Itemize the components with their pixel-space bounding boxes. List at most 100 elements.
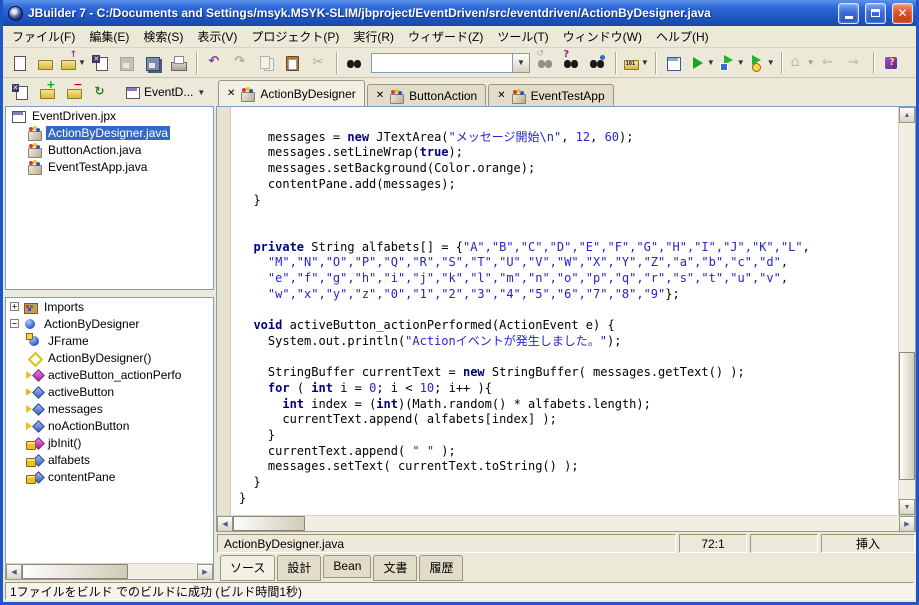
toolbar-search-button[interactable] [342,50,368,76]
scroll-right-icon[interactable]: ▶ [899,516,915,532]
toolbar-paste-button[interactable] [280,50,306,76]
project-add-file-button[interactable] [34,79,60,105]
structure-tree-item[interactable]: +Imports [6,298,213,315]
menu-wizard[interactable]: ウィザード(Z) [401,26,490,47]
chevron-down-icon[interactable]: ▼ [641,58,649,67]
toolbar-reopen-button[interactable]: ▼ [58,50,88,76]
view-tab-設計[interactable]: 設計 [277,555,321,581]
combo-dropdown-button[interactable]: ▼ [513,53,530,73]
close-tab-icon[interactable]: ✕ [497,91,505,101]
scroll-left-icon[interactable]: ◀ [217,516,233,532]
project-selector[interactable]: EventD...▼ [121,82,208,102]
scroll-thumb[interactable] [233,516,305,531]
code-segment: } [239,428,275,442]
toolbar-run-button[interactable]: ▼ [687,50,717,76]
code-segment: index = ( [304,397,376,411]
menu-view[interactable]: 表示(V) [190,26,244,47]
scroll-right-icon[interactable]: ▶ [197,564,213,580]
structure-horizontal-scrollbar[interactable]: ◀ ▶ [6,563,213,579]
chevron-down-icon[interactable]: ▼ [807,58,815,67]
code-line: private String alfabets[] = {"A","B","C"… [239,240,896,256]
close-tab-icon[interactable]: ✕ [227,89,235,99]
toolbar-close-file-button[interactable] [88,50,114,76]
title-bar[interactable]: JBuilder 7 - C:/Documents and Settings/m… [3,0,916,26]
editor-main: messages = new JTextArea("メッセージ開始\n", 12… [217,107,915,515]
project-close-project-button[interactable] [7,79,33,105]
project-tree-item[interactable]: EventDriven.jpx [6,107,213,124]
menu-file[interactable]: ファイル(F) [5,26,82,47]
menu-tools[interactable]: ツール(T) [490,26,555,47]
menu-run[interactable]: 実行(R) [346,26,401,47]
project-tree-item[interactable]: ButtonAction.java [6,141,213,158]
structure-tree-item[interactable]: messages [6,400,213,417]
editor-tab-EventTestApp[interactable]: ✕EventTestApp [488,84,613,106]
minimize-button[interactable] [838,3,859,24]
toolbar-help-book-button[interactable] [879,50,905,76]
view-tab-文書[interactable]: 文書 [373,555,417,581]
project-remove-file-button[interactable] [61,79,87,105]
code-line [239,224,896,240]
toolbar-search-help-button[interactable] [559,50,585,76]
structure-tree-item[interactable]: ActionByDesigner() [6,349,213,366]
toolbar-open-file-button[interactable] [32,50,58,76]
close-tab-icon[interactable]: ✕ [376,91,384,101]
structure-tree-item[interactable]: activeButton [6,383,213,400]
toolbar-project-props-button[interactable] [661,50,687,76]
code-segment: }; [665,287,679,301]
expand-icon[interactable]: + [10,302,19,311]
view-tab-履歴[interactable]: 履歴 [419,555,463,581]
structure-tree-item[interactable]: noActionButton [6,417,213,434]
structure-tree-item[interactable]: JFrame [6,332,213,349]
toolbar-make-button[interactable]: ▼ [621,50,651,76]
scroll-left-icon[interactable]: ◀ [6,564,22,580]
search-combo: ▼ [371,53,530,73]
view-tab-Bean[interactable]: Bean [323,555,371,578]
editor-tab-ActionByDesigner[interactable]: ✕ActionByDesigner [218,80,365,106]
chevron-down-icon[interactable]: ▼ [707,58,715,67]
scroll-up-icon[interactable]: ▲ [899,107,915,123]
scroll-thumb[interactable] [22,564,128,579]
close-button[interactable]: ✕ [892,3,913,24]
toolbar-debug-button[interactable]: ▼ [717,50,747,76]
search-input[interactable] [371,53,513,73]
structure-tree-item[interactable]: jbInit() [6,434,213,451]
structure-tree-item[interactable]: activeButton_actionPerfo [6,366,213,383]
toolbar-save-all-button[interactable] [140,50,166,76]
project-tree-item[interactable]: ActionByDesigner.java [6,124,213,141]
chevron-down-icon[interactable]: ▼ [197,88,205,97]
scroll-down-icon[interactable]: ▼ [899,499,915,515]
structure-tree-item[interactable]: −ActionByDesigner [6,315,213,332]
toolbar-search-path-button[interactable] [585,50,611,76]
structure-tree-item[interactable]: alfabets [6,451,213,468]
menu-edit[interactable]: 編集(E) [82,26,136,47]
run-icon [689,55,706,71]
menu-window[interactable]: ウィンドウ(W) [556,26,649,47]
project-refresh-button[interactable] [88,79,114,105]
menu-help[interactable]: ヘルプ(H) [649,26,716,47]
restore-button[interactable] [865,3,886,24]
toolbar-new-file-button[interactable] [6,50,32,76]
editor-vertical-scrollbar[interactable]: ▲ ▼ [898,107,915,515]
project-tree-item[interactable]: EventTestApp.java [6,158,213,175]
status-insert-mode: 挿入 [821,534,915,553]
menu-search[interactable]: 検索(S) [136,26,190,47]
chevron-down-icon[interactable]: ▼ [767,58,775,67]
toolbar-print-button[interactable] [166,50,192,76]
panel-splitter[interactable] [5,290,214,297]
toolbar-undo-button[interactable] [202,50,228,76]
scroll-thumb[interactable] [899,352,915,480]
scroll-track[interactable] [899,123,915,499]
menu-project[interactable]: プロジェクト(P) [244,26,346,47]
chevron-down-icon[interactable]: ▼ [78,58,86,67]
collapse-icon[interactable]: − [10,319,19,328]
structure-tree-item[interactable]: contentPane [6,468,213,485]
chevron-down-icon[interactable]: ▼ [737,58,745,67]
code-area[interactable]: messages = new JTextArea("メッセージ開始\n", 12… [231,107,898,515]
editor-tab-ButtonAction[interactable]: ✕ButtonAction [367,84,486,106]
view-tab-ソース[interactable]: ソース [220,555,275,581]
save-icon [118,55,135,71]
editor-horizontal-scrollbar[interactable]: ◀ ▶ [217,515,915,531]
scroll-track[interactable] [128,564,197,579]
toolbar-profile-button[interactable]: ▼ [747,50,777,76]
scroll-track[interactable] [305,516,899,531]
